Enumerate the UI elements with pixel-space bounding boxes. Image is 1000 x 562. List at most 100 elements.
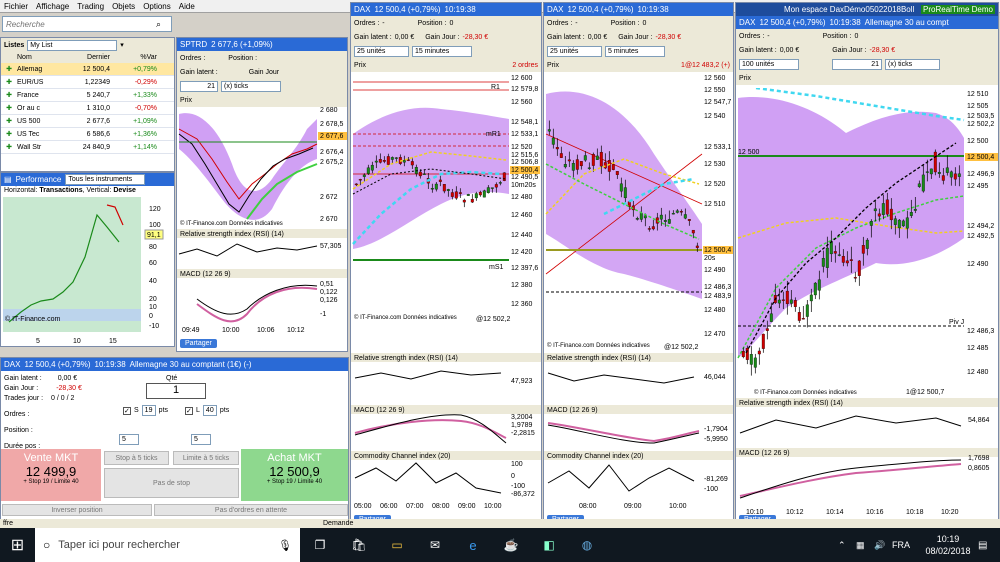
list-rows: ✚ Allemag 12 500,4 +0,79% ✚ EUR/US 1,22349 -0,2… <box>1 63 174 154</box>
c1-units-select[interactable]: 25 unités <box>354 45 409 57</box>
perf-y-neg10: -10 <box>149 323 159 330</box>
list-item[interactable]: ✚ Allemag 12 500,4 +0,79% <box>1 63 174 76</box>
buy-market-button[interactable]: Achat MKT 12 500,9 + Stop 19 / Limite 40 <box>241 449 348 501</box>
col-name[interactable]: Nom <box>17 54 52 61</box>
network-icon[interactable]: ▦ <box>856 540 874 551</box>
c3-candle <box>749 354 753 365</box>
list-item[interactable]: ✚ US 500 2 677,6 +1,09% <box>1 115 174 128</box>
stop-input[interactable]: 19 <box>141 405 156 416</box>
mail-icon[interactable]: ✉ <box>416 538 454 552</box>
c1-x-5: 09:00 <box>458 503 476 510</box>
chevron-up-icon[interactable]: ⌃ <box>838 540 856 551</box>
c1-orders-badge[interactable]: 2 ordres <box>512 62 538 69</box>
limit-5-ticks-button[interactable]: Limite à 5 ticks <box>173 451 239 465</box>
add-icon[interactable]: ✚ <box>1 78 17 86</box>
list-selector[interactable]: My List <box>27 39 118 51</box>
search-box[interactable]: ⌕ <box>2 16 172 32</box>
c1-order-info: Ordres :- Position :0 <box>351 16 541 30</box>
menu-item-objets[interactable]: Objets <box>112 2 135 11</box>
list-item[interactable]: ✚ EUR/US 1,22349 -0,29% <box>1 76 174 89</box>
c3-units-select[interactable]: 100 unités <box>739 58 799 70</box>
menu-item-aide[interactable]: Aide <box>179 2 195 11</box>
c3-ticks-unit[interactable]: (x) ticks <box>885 58 940 70</box>
c2-position-badge[interactable]: 1@12 483,2 (+) <box>681 62 730 69</box>
col-var[interactable]: %Var <box>110 54 160 61</box>
c2-units-select[interactable]: 25 unités <box>547 45 602 57</box>
c3-price-level: 12 494,2 <box>967 223 994 230</box>
windows-start-icon[interactable]: ⊞ <box>0 535 35 555</box>
no-stop-button[interactable]: Pas de stop <box>104 468 239 498</box>
c3-candle <box>809 294 813 302</box>
language-indicator[interactable]: FRA <box>892 540 918 550</box>
limit-checkbox[interactable]: ✓ <box>185 406 194 415</box>
c1-candle <box>370 164 374 171</box>
c2-candle <box>603 162 607 169</box>
c3-candle <box>785 290 789 305</box>
add-icon[interactable]: ✚ <box>1 104 17 112</box>
c1-credit: © IT-Finance.com Données indicatives <box>354 314 457 321</box>
java-icon[interactable]: ☕ <box>492 538 530 552</box>
list-item[interactable]: ✚ US Tec 6 586,6 +1,36% <box>1 128 174 141</box>
qty-input[interactable]: 1 <box>146 383 206 399</box>
spx-ticks-select[interactable]: 21 <box>180 80 218 92</box>
add-icon[interactable]: ✚ <box>1 117 17 125</box>
spx-ticks-unit[interactable]: (x) ticks <box>221 80 281 92</box>
menu-item-fichier[interactable]: Fichier <box>4 2 28 11</box>
list-item[interactable]: ✚ Or au c 1 310,0 -0,70% <box>1 102 174 115</box>
add-icon[interactable]: ✚ <box>1 65 17 73</box>
menu-item-trading[interactable]: Trading <box>77 2 104 11</box>
add-icon[interactable]: ✚ <box>1 130 17 138</box>
list-item[interactable]: ✚ Wall Str 24 840,9 +1,14% <box>1 141 174 154</box>
edge-icon[interactable]: e <box>454 538 492 553</box>
task-view-icon[interactable]: ❐ <box>300 538 340 552</box>
list-item-name: Or au c <box>17 104 40 112</box>
taskbar-search[interactable]: ○ Taper ici pour rechercher 🎙 <box>35 528 300 562</box>
c2-candle <box>619 183 623 192</box>
add-icon[interactable]: ✚ <box>1 91 17 99</box>
microphone-icon[interactable]: 🎙 <box>278 539 292 552</box>
clock[interactable]: 10:19 08/02/2018 <box>918 533 978 557</box>
chevron-down-icon[interactable]: ▾ <box>120 41 124 49</box>
stop-checkbox[interactable]: ✓ <box>123 406 131 415</box>
c1-candle <box>410 161 414 166</box>
spx-share-button[interactable]: Partager <box>180 339 217 348</box>
search-input[interactable] <box>6 19 156 29</box>
lists-tab[interactable]: Listes <box>4 42 24 49</box>
c1-price-level: 12 500,4 <box>511 167 538 174</box>
spx-macd-v4: -1 <box>320 311 326 318</box>
instrument-filter[interactable]: Tous les instruments <box>65 174 146 185</box>
list-item[interactable]: ✚ France 5 240,7 +1,33% <box>1 89 174 102</box>
menu-item-options[interactable]: Options <box>143 2 171 11</box>
store-icon[interactable]: 🛍 <box>340 538 378 552</box>
prorealtime-app-icon[interactable]: ◍ <box>568 538 606 552</box>
step-input-2[interactable]: 5 <box>191 434 211 445</box>
c1-period-select[interactable]: 15 minutes <box>412 45 472 57</box>
c3-pivot-label: Piv J <box>949 319 964 326</box>
c1-cci-0: 0 <box>511 473 515 480</box>
c3-ticks-select[interactable]: 21 <box>832 58 882 70</box>
col-last[interactable]: Dernier <box>52 54 110 61</box>
limit-input[interactable]: 40 <box>202 405 217 416</box>
reverse-position-button[interactable]: Inverser position <box>2 504 152 516</box>
c1-candle <box>382 160 386 162</box>
app-icon[interactable]: ◧ <box>530 538 568 552</box>
c2-period-select[interactable]: 5 minutes <box>605 45 665 57</box>
c3-price-chart: 12 510 12 505 12 503,512 502,2 12 500 12 500… <box>737 88 998 396</box>
list-item-name: Allemag <box>17 65 43 73</box>
spx-credit: © IT-Finance.com Données indicatives <box>180 220 283 227</box>
menu-item-affichage[interactable]: Affichage <box>36 2 69 11</box>
sell-market-button[interactable]: Vente MKT 12 499,9 + Stop 19 / Limite 40 <box>1 449 101 501</box>
stop-5-ticks-button[interactable]: Stop à 5 ticks <box>104 451 169 465</box>
perf-y-0: 0 <box>149 313 153 320</box>
notification-icon[interactable]: ▤ <box>978 540 1000 551</box>
step-input-1[interactable]: 5 <box>119 434 139 445</box>
perf-y-120: 120 <box>149 206 161 213</box>
c3-rsi-val: 54,864 <box>968 417 990 424</box>
pending-orders-button[interactable]: Pas d'ordres en attente <box>154 504 348 516</box>
c2-order-info: Ordres :- Position :0 <box>544 16 733 30</box>
volume-icon[interactable]: 🔊 <box>874 540 892 551</box>
explorer-icon[interactable]: ▭ <box>378 538 416 552</box>
search-icon[interactable]: ⌕ <box>156 19 161 30</box>
c3-x-3: 10:14 <box>826 509 844 516</box>
add-icon[interactable]: ✚ <box>1 143 17 151</box>
